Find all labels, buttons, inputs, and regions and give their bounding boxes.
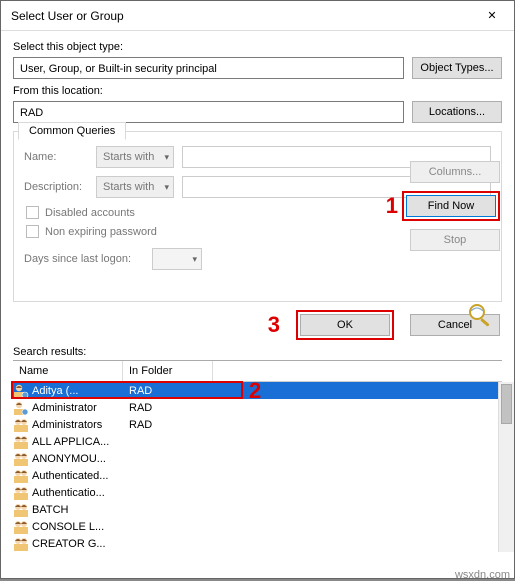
column-name[interactable]: Name: [13, 361, 123, 381]
results-list[interactable]: 2 Aditya (...RADAdministratorRADAdminist…: [13, 382, 502, 552]
table-row[interactable]: ALL APPLICA...: [13, 433, 502, 450]
name-mode-combo[interactable]: Starts with ▾: [96, 146, 174, 168]
row-name: Administrator: [31, 402, 123, 414]
group-icon: [13, 434, 29, 449]
object-type-field: User, Group, or Built-in security princi…: [13, 57, 404, 79]
columns-button[interactable]: Columns...: [410, 161, 500, 183]
side-buttons: Columns... 1 Find Now Stop: [408, 161, 500, 251]
row-name: CONSOLE L...: [31, 521, 123, 533]
annotation-1: 1: [386, 193, 398, 219]
dialog-buttons: 3 OK Cancel: [1, 302, 514, 346]
group-icon: [13, 519, 29, 534]
name-label: Name:: [24, 151, 88, 163]
group-icon: [13, 502, 29, 517]
row-name: CREATOR G...: [31, 538, 123, 550]
row-name: Authenticated...: [31, 470, 123, 482]
row-name: ANONYMOU...: [31, 453, 123, 465]
days-since-logon-combo[interactable]: ▾: [152, 248, 202, 270]
search-results-label: Search results:: [1, 346, 514, 360]
stop-button[interactable]: Stop: [410, 229, 500, 251]
row-name: Aditya (...: [31, 385, 123, 397]
table-row[interactable]: BATCH: [13, 501, 502, 518]
description-mode-combo[interactable]: Starts with ▾: [96, 176, 174, 198]
non-expiring-checkbox[interactable]: [26, 225, 39, 238]
magnify-icon: [466, 301, 494, 329]
group-icon: [13, 536, 29, 551]
column-in-folder[interactable]: In Folder: [123, 361, 213, 381]
row-folder: RAD: [123, 402, 213, 414]
user-icon: [13, 383, 29, 398]
location-label: From this location:: [13, 85, 502, 97]
close-button[interactable]: ✕: [470, 1, 514, 31]
days-since-logon-label: Days since last logon:: [24, 253, 144, 265]
group-icon: [13, 417, 29, 432]
window-title: Select User or Group: [11, 9, 124, 23]
locations-button[interactable]: Locations...: [412, 101, 502, 123]
disabled-accounts-label: Disabled accounts: [45, 207, 135, 219]
object-type-label: Select this object type:: [13, 41, 502, 53]
group-icon: [13, 468, 29, 483]
row-name: ALL APPLICA...: [31, 436, 123, 448]
user-icon: [13, 400, 29, 415]
location-field: RAD: [13, 101, 404, 123]
annotation-2: 2: [249, 378, 261, 404]
annotation-3: 3: [268, 312, 280, 338]
table-row[interactable]: CREATOR G...: [13, 535, 502, 552]
non-expiring-label: Non expiring password: [45, 226, 157, 238]
chevron-down-icon: ▾: [164, 152, 169, 163]
table-row[interactable]: Authenticatio...: [13, 484, 502, 501]
description-mode-value: Starts with: [103, 181, 154, 193]
table-row[interactable]: AdministratorsRAD: [13, 416, 502, 433]
description-label: Description:: [24, 181, 88, 193]
disabled-accounts-checkbox[interactable]: [26, 206, 39, 219]
titlebar: Select User or Group ✕: [1, 1, 514, 31]
ok-button[interactable]: OK: [300, 314, 390, 336]
row-name: BATCH: [31, 504, 123, 516]
group-icon: [13, 485, 29, 500]
table-row[interactable]: Authenticated...: [13, 467, 502, 484]
dialog-window: Select User or Group ✕ Select this objec…: [0, 0, 515, 579]
find-now-button[interactable]: Find Now: [406, 195, 496, 217]
watermark: wsxdn.com: [455, 569, 510, 581]
object-types-button[interactable]: Object Types...: [412, 57, 502, 79]
chevron-down-icon: ▾: [192, 254, 197, 265]
scrollbar-thumb[interactable]: [501, 384, 512, 424]
scrollbar[interactable]: [498, 382, 514, 552]
row-name: Administrators: [31, 419, 123, 431]
row-folder: RAD: [123, 419, 213, 431]
close-icon: ✕: [487, 9, 496, 22]
row-folder: RAD: [123, 385, 213, 397]
name-mode-value: Starts with: [103, 151, 154, 163]
table-row[interactable]: ANONYMOU...: [13, 450, 502, 467]
tab-common-queries[interactable]: Common Queries: [18, 122, 126, 140]
table-row[interactable]: CONSOLE L...: [13, 518, 502, 535]
group-icon: [13, 451, 29, 466]
row-name: Authenticatio...: [31, 487, 123, 499]
chevron-down-icon: ▾: [164, 182, 169, 193]
